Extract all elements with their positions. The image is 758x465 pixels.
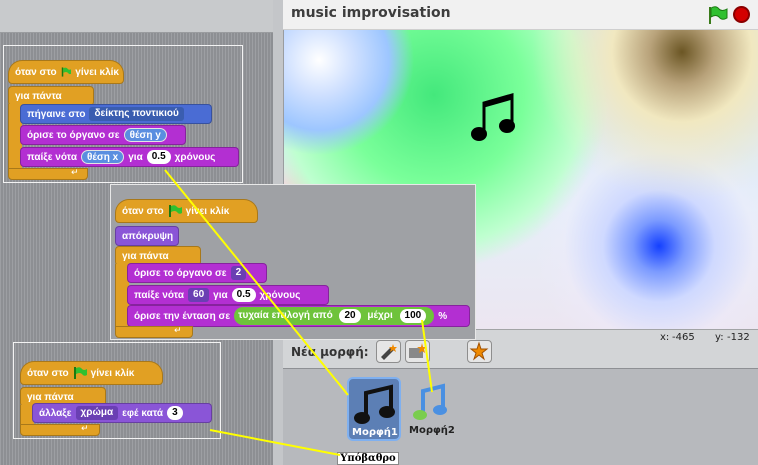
effect-amount-input[interactable]: 3 [167,406,183,420]
random-from-input[interactable]: 20 [339,309,361,323]
note-label: παίξε νότα [27,151,78,163]
script1-play-note[interactable]: παίξε νότα θέση x για 0.5 χρόνους [20,147,239,167]
sprite-name-2: Μορφή2 [409,425,455,436]
forever-label: για πάντα [122,250,169,262]
script1-set-instrument[interactable]: όρισε το όργανο σε θέση y [20,125,186,145]
beats-input[interactable]: 0.5 [231,288,256,302]
scratch-window: music improvisation Νέα μορφή: x: -465 y… [0,0,758,465]
stage-thumbnail-label[interactable]: Υπόβαθρο [337,452,399,465]
star-icon [469,341,489,361]
volume-label: όρισε την ένταση σε [134,310,231,322]
goto-label: πήγαινε στο [27,108,86,120]
random-to-input[interactable]: 100 [399,309,427,323]
effect-mid-label: εφέ κατά [122,407,164,419]
random-label: τυχαία επιλογή από [238,310,333,321]
note-dropdown[interactable]: 60 [188,288,210,302]
brush-star-icon [381,344,397,360]
new-sprite-label: Νέα μορφή: [291,345,369,359]
project-title: music improvisation [291,5,451,21]
script2-play-note[interactable]: παίξε νότα 60 για 0.5 χρόνους [127,285,329,305]
hide-label: απόκρυψη [122,230,174,242]
scripts-topbar [0,0,273,33]
sprites-panel: Μορφή1 Μορφή2 [283,368,758,465]
forever-label: για πάντα [15,90,62,102]
note-reporter[interactable]: θέση x [81,150,125,164]
script2-set-instrument[interactable]: όρισε το όργανο σε 2 [127,263,267,283]
script3-when-flag[interactable]: όταν στο γίνει κλίκ [20,361,163,385]
flag-icon [73,367,87,379]
beats-unit: χρόνους [259,289,301,301]
goto-target-dropdown[interactable]: δείκτης ποντικιού [89,107,184,121]
script3-change-effect[interactable]: άλλαξε χρώμα εφέ κατά 3 [32,403,212,423]
script1-forever-foot: ↵ [8,168,88,180]
effect-label: άλλαξε [39,407,72,419]
x-coord-label: x: [660,332,670,343]
script3-forever-foot: ↵ [20,424,100,436]
script2-hide[interactable]: απόκρυψη [115,226,179,246]
stop-button[interactable] [733,6,750,23]
x-coord-value: -465 [672,332,695,343]
hat-pre-label: όταν στο [27,367,69,379]
effect-dropdown[interactable]: χρώμα [75,406,119,420]
random-operator[interactable]: τυχαία επιλογή από 20 μέχρι 100 [234,307,435,325]
note-label: παίξε νότα [134,289,185,301]
sprite-tile-1[interactable]: Μορφή1 [347,377,401,441]
hat-post-label: γίνει κλίκ [185,205,230,217]
instrument-label: όρισε το όργανο σε [134,267,227,279]
hat-pre-label: όταν στο [15,66,57,78]
forever-label: για πάντα [27,391,74,403]
music-note-sprite[interactable] [464,93,526,145]
script1-goto-block[interactable]: πήγαινε στο δείκτης ποντικιού [20,104,212,124]
beats-input[interactable]: 0.5 [146,150,171,164]
volume-unit: % [438,310,448,322]
script1-forever[interactable]: για πάντα [8,86,94,106]
loop-arrow-icon: ↵ [81,424,89,434]
instrument-reporter[interactable]: θέση y [123,128,167,142]
beats-unit: χρόνους [174,151,216,163]
loop-arrow-icon: ↵ [71,168,79,178]
sprite-name-1: Μορφή1 [352,427,398,438]
green-flag-icon[interactable] [706,5,728,25]
hat-post-label: γίνει κλίκ [75,66,119,78]
music-note-icon [354,384,395,424]
hat-pre-label: όταν στο [122,205,164,217]
choose-sprite-button[interactable] [405,340,430,363]
instrument-label: όρισε το όργανο σε [27,129,120,141]
note-mid-label: για [128,151,143,163]
sprite-tile-2[interactable]: Μορφή2 [407,377,461,441]
instrument-dropdown[interactable]: 2 [230,266,247,280]
hat-post-label: γίνει κλίκ [90,367,135,379]
loop-arrow-icon: ↵ [174,326,182,336]
colored-note-icon [413,383,447,420]
script2-set-volume[interactable]: όρισε την ένταση σε τυχαία επιλογή από 2… [127,305,470,327]
y-coord-label: y: [715,332,724,343]
script2-forever-foot: ↵ [115,326,193,338]
flag-icon [168,205,182,217]
surprise-sprite-button[interactable] [467,340,492,363]
paint-sprite-button[interactable] [376,340,401,363]
flag-icon [61,67,72,77]
note-mid-label: για [213,289,228,301]
random-to-label: μέχρι [367,310,393,321]
y-coord-value: -132 [727,332,750,343]
script1-when-flag[interactable]: όταν στο γίνει κλίκ [8,60,124,84]
folder-star-icon [409,343,427,358]
stage-title-bar: music improvisation [283,0,758,30]
script2-when-flag[interactable]: όταν στο γίνει κλίκ [115,199,258,223]
